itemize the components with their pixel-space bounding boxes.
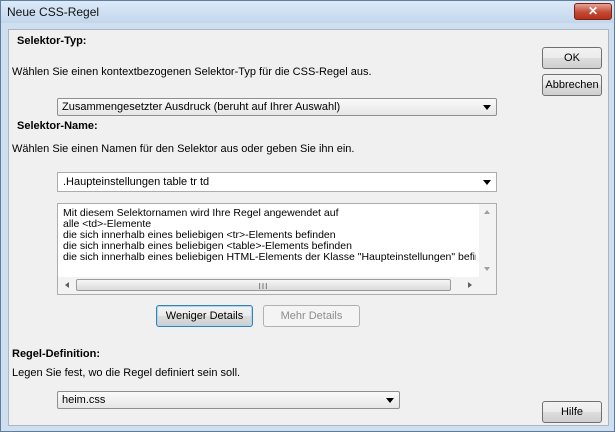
- scroll-up-icon[interactable]: [484, 210, 490, 214]
- description-line: die sich innerhalb eines beliebigen <tr>…: [63, 230, 336, 241]
- less-details-button[interactable]: Weniger Details: [156, 305, 253, 327]
- chevron-down-icon: [483, 105, 491, 110]
- scrollbar-thumb[interactable]: III: [76, 279, 451, 291]
- close-icon[interactable]: ✕: [574, 3, 612, 20]
- rule-definition-instruction: Legen Sie fest, wo die Regel definiert s…: [12, 367, 241, 379]
- selector-description-lines: Mit diesem Selektornamen wird Ihre Regel…: [63, 208, 476, 263]
- selector-description-box[interactable]: Mit diesem Selektornamen wird Ihre Regel…: [57, 203, 497, 295]
- rule-definition-value: heim.css: [62, 394, 106, 406]
- more-details-button[interactable]: Mehr Details: [263, 305, 360, 327]
- cancel-button[interactable]: Abbrechen: [542, 74, 602, 96]
- selector-type-value: Zusammengesetzter Ausdruck (beruht auf I…: [62, 101, 341, 113]
- selector-name-heading: Selektor-Name:: [17, 120, 98, 132]
- dialog-window: Neue CSS-Regel ✕ Selektor-Typ: Wählen Si…: [0, 0, 615, 432]
- scrollbar-corner: [479, 277, 496, 294]
- selector-type-dropdown[interactable]: Zusammengesetzter Ausdruck (beruht auf I…: [57, 98, 497, 116]
- scroll-left-icon[interactable]: [65, 282, 69, 288]
- description-line: alle <td>-Elemente: [63, 219, 152, 230]
- selector-type-instruction: Wählen Sie einen kontextbezogenen Selekt…: [12, 66, 372, 78]
- description-line: Mit diesem Selektornamen wird Ihre Regel…: [63, 208, 339, 219]
- horizontal-scrollbar[interactable]: III: [58, 277, 479, 294]
- scroll-right-icon[interactable]: [468, 282, 472, 288]
- selector-name-instruction: Wählen Sie einen Namen für den Selektor …: [12, 143, 355, 155]
- scroll-down-icon[interactable]: [484, 267, 490, 271]
- window-title: Neue CSS-Regel: [7, 5, 100, 19]
- rule-definition-heading: Regel-Definition:: [12, 348, 100, 360]
- chevron-down-icon: [386, 398, 394, 403]
- description-line: die sich innerhalb eines beliebigen <tab…: [63, 241, 352, 252]
- rule-definition-dropdown[interactable]: heim.css: [57, 391, 400, 409]
- selector-type-heading: Selektor-Typ:: [17, 35, 87, 47]
- dialog-body: Selektor-Typ: Wählen Sie einen kontextbe…: [8, 29, 609, 426]
- description-line: die sich innerhalb eines beliebigen HTML…: [63, 252, 476, 263]
- selector-name-value: .Haupteinstellungen table tr td: [63, 176, 210, 188]
- grip-icon: III: [258, 282, 269, 291]
- help-button[interactable]: Hilfe: [542, 401, 602, 423]
- selector-name-input[interactable]: .Haupteinstellungen table tr td: [57, 172, 497, 192]
- chevron-down-icon[interactable]: [483, 180, 491, 185]
- title-bar[interactable]: Neue CSS-Regel ✕: [1, 1, 614, 23]
- ok-button[interactable]: OK: [542, 47, 602, 69]
- vertical-scrollbar[interactable]: [479, 204, 496, 277]
